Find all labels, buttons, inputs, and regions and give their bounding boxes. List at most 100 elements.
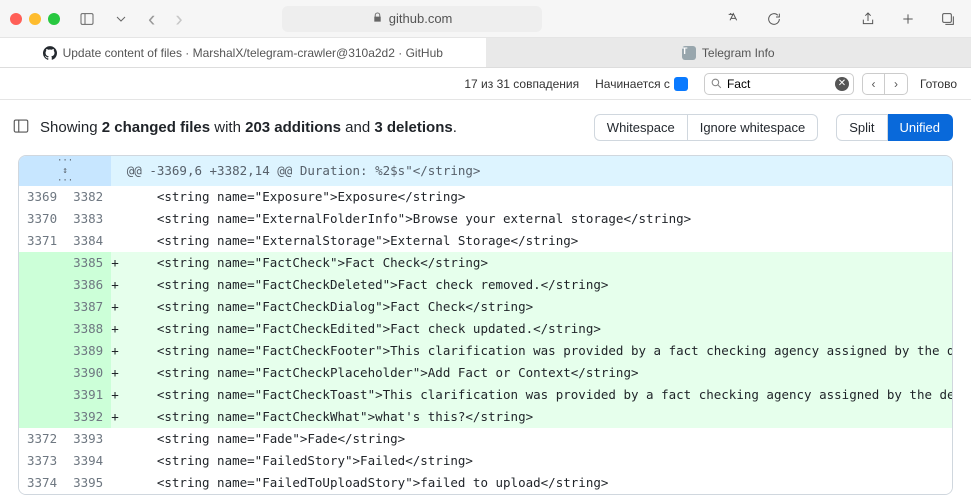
diff-line: 3386+ <string name="FactCheckDeleted">Fa… — [19, 274, 953, 296]
forward-button[interactable]: › — [169, 6, 188, 32]
old-line-number: 3372 — [19, 428, 65, 450]
find-bar: 17 из 31 совпадения Начинается с ✕ ‹ › Г… — [0, 68, 971, 100]
line-marker — [111, 230, 119, 252]
new-line-number: 3393 — [65, 428, 111, 450]
clear-find-icon[interactable]: ✕ — [835, 77, 849, 91]
ignore-whitespace-button[interactable]: Ignore whitespace — [688, 114, 819, 141]
line-marker: + — [111, 296, 119, 318]
old-line-number: 3371 — [19, 230, 65, 252]
find-mode-indicator-icon — [674, 77, 688, 91]
new-line-number: 3384 — [65, 230, 111, 252]
code-content[interactable]: <string name="ExternalStorage">External … — [119, 230, 953, 252]
find-mode-selector[interactable]: Начинается с — [587, 75, 696, 93]
code-content[interactable]: <string name="FailedStory">Failed</strin… — [119, 450, 953, 472]
tabs-overview-icon[interactable] — [935, 7, 961, 31]
whitespace-toggle: Whitespace Ignore whitespace — [594, 114, 818, 141]
code-content[interactable]: <string name="Exposure">Exposure</string… — [119, 186, 953, 208]
sidebar-toggle-icon[interactable] — [74, 7, 100, 31]
code-content[interactable]: <string name="FactCheckDeleted">Fact che… — [119, 274, 953, 296]
diff-line: 3390+ <string name="FactCheckPlaceholder… — [19, 362, 953, 384]
diff-line: 3385+ <string name="FactCheck">Fact Chec… — [19, 252, 953, 274]
find-next-button[interactable]: › — [885, 74, 907, 94]
tab-title: Update content of files · MarshalX/teleg… — [63, 46, 443, 60]
code-content[interactable]: <string name="FailedToUploadStory">faile… — [119, 472, 953, 494]
old-line-number — [19, 318, 65, 340]
new-line-number: 3382 — [65, 186, 111, 208]
old-line-number — [19, 340, 65, 362]
window-controls — [10, 13, 60, 25]
code-content[interactable]: <string name="FactCheckPlaceholder">Add … — [119, 362, 953, 384]
find-mode-label: Начинается с — [595, 77, 670, 91]
old-line-number: 3370 — [19, 208, 65, 230]
diff-line: 33723393 <string name="Fade">Fade</strin… — [19, 428, 953, 450]
minimize-window-button[interactable] — [29, 13, 41, 25]
find-input[interactable] — [727, 77, 831, 91]
new-line-number: 3383 — [65, 208, 111, 230]
tab-github[interactable]: Update content of files · MarshalX/teleg… — [0, 38, 486, 67]
diff-table: ···↕···@@ -3369,6 +3382,14 @@ Duration: … — [19, 156, 953, 494]
line-marker: + — [111, 340, 119, 362]
summary-files: 2 changed files — [102, 119, 210, 136]
address-bar[interactable]: github.com — [282, 6, 542, 32]
code-content[interactable]: <string name="FactCheck">Fact Check</str… — [119, 252, 953, 274]
new-line-number: 3394 — [65, 450, 111, 472]
line-marker: + — [111, 274, 119, 296]
tab-telegram-info[interactable]: T Telegram Info — [486, 38, 971, 67]
new-line-number: 3388 — [65, 318, 111, 340]
code-content[interactable]: <string name="FactCheckWhat">what's this… — [119, 406, 953, 428]
code-content[interactable]: <string name="FactCheckEdited">Fact chec… — [119, 318, 953, 340]
split-view-button[interactable]: Split — [836, 114, 887, 141]
summary-with: with — [210, 119, 245, 136]
find-prev-button[interactable]: ‹ — [863, 74, 885, 94]
code-content[interactable]: <string name="Fade">Fade</string> — [119, 428, 953, 450]
old-line-number — [19, 362, 65, 384]
view-mode-toggle: Split Unified — [836, 114, 953, 141]
find-match-count: 17 из 31 совпадения — [464, 77, 579, 91]
line-marker: + — [111, 362, 119, 384]
summary-period: . — [453, 119, 457, 136]
lock-icon — [372, 11, 383, 26]
chevron-down-icon[interactable] — [108, 7, 134, 31]
find-done-button[interactable]: Готово — [916, 77, 961, 91]
line-marker: + — [111, 384, 119, 406]
line-marker: + — [111, 406, 119, 428]
summary-additions: 203 additions — [245, 119, 341, 136]
new-tab-icon[interactable] — [895, 7, 921, 31]
browser-tabs: Update content of files · MarshalX/teleg… — [0, 38, 971, 68]
diff-line: 33713384 <string name="ExternalStorage">… — [19, 230, 953, 252]
github-icon — [43, 46, 57, 60]
back-button[interactable]: ‹ — [142, 6, 161, 32]
unified-view-button[interactable]: Unified — [888, 114, 953, 141]
new-line-number: 3391 — [65, 384, 111, 406]
code-content[interactable]: <string name="FactCheckToast">This clari… — [119, 384, 953, 406]
new-line-number: 3395 — [65, 472, 111, 494]
translate-icon[interactable] — [721, 7, 747, 31]
diff-line: 33703383 <string name="ExternalFolderInf… — [19, 208, 953, 230]
diff-line: 3388+ <string name="FactCheckEdited">Fac… — [19, 318, 953, 340]
close-window-button[interactable] — [10, 13, 22, 25]
maximize-window-button[interactable] — [48, 13, 60, 25]
diff-summary-bar: Showing 2 changed files with 203 additio… — [0, 100, 971, 155]
expand-hunk-button[interactable]: ···↕··· — [19, 156, 111, 186]
share-icon[interactable] — [855, 7, 881, 31]
code-content[interactable]: <string name="ExternalFolderInfo">Browse… — [119, 208, 953, 230]
line-marker — [111, 186, 119, 208]
find-stepper: ‹ › — [862, 73, 908, 95]
search-icon — [710, 77, 723, 93]
new-line-number: 3390 — [65, 362, 111, 384]
code-content[interactable]: <string name="FactCheckDialog">Fact Chec… — [119, 296, 953, 318]
summary-and: and — [341, 119, 374, 136]
new-line-number: 3389 — [65, 340, 111, 362]
diff-line: 3387+ <string name="FactCheckDialog">Fac… — [19, 296, 953, 318]
file-tree-toggle-icon[interactable] — [12, 117, 30, 138]
old-line-number — [19, 406, 65, 428]
code-content[interactable]: <string name="FactCheckFooter">This clar… — [119, 340, 953, 362]
diff-line: 3392+ <string name="FactCheckWhat">what'… — [19, 406, 953, 428]
summary-deletions: 3 deletions — [374, 119, 452, 136]
whitespace-button[interactable]: Whitespace — [594, 114, 688, 141]
find-input-wrapper: ✕ — [704, 73, 854, 95]
line-marker — [111, 208, 119, 230]
line-marker: + — [111, 318, 119, 340]
diff-file: ···↕···@@ -3369,6 +3382,14 @@ Duration: … — [18, 155, 953, 495]
reload-icon[interactable] — [761, 7, 787, 31]
